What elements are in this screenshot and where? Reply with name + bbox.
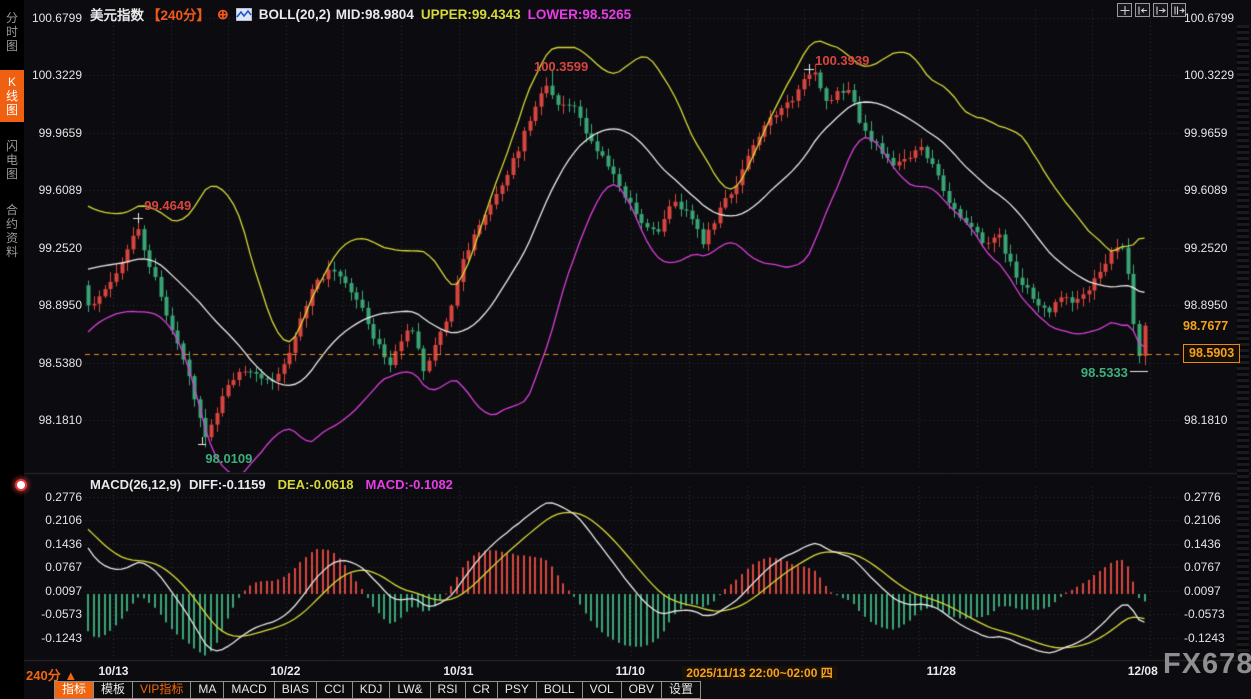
left-sidebar: 分时图 K线图闪电图合约资料 (0, 0, 24, 699)
right-scroll-strip[interactable] (1237, 25, 1249, 653)
sun-icon[interactable] (15, 479, 27, 491)
boll-upper-value: UPPER:99.4343 (421, 7, 521, 22)
shift-right-icon[interactable] (1171, 3, 1186, 17)
macd-params-label: MACD(26,12,9) (90, 477, 181, 492)
toolbar-item-macd[interactable]: MACD (223, 681, 274, 699)
macd-diff-value: DIFF:-0.1159 (189, 477, 266, 492)
chart-header: 美元指数 【240分】 ⊕ BOLL(20,2) MID:98.9804 UPP… (90, 4, 631, 24)
chart-thumbnail-icon[interactable] (236, 8, 252, 21)
boll-lower-value: LOWER:98.5265 (528, 7, 632, 22)
compress-horizontal-icon[interactable] (1135, 3, 1150, 17)
sidebar-item-label: 分时图 (5, 11, 19, 53)
expand-horizontal-icon[interactable] (1153, 3, 1168, 17)
plus-circle-icon[interactable]: ⊕ (217, 6, 229, 23)
sidebar-item-contract-info[interactable]: 合约资料 (0, 198, 24, 264)
indicator-toolbar: 指标模板VIP指标MAMACDBIASCCIKDJLW&RSICRPSYBOLL… (55, 681, 701, 699)
trading-app-window: 分时图 K线图闪电图合约资料 美元指数 【240分】 ⊕ BOLL(20,2) M… (0, 0, 1251, 699)
candlestick-chart-canvas[interactable] (0, 0, 1251, 699)
sidebar-item-label: 合约资料 (5, 203, 19, 259)
toolbar-item-kdj[interactable]: KDJ (352, 681, 391, 699)
macd-dea-value: DEA:-0.0618 (278, 477, 354, 492)
boll-indicator-label: BOLL(20,2) (259, 7, 331, 22)
toolbar-item-rsi[interactable]: RSI (430, 681, 466, 699)
crosshair-icon[interactable] (1117, 3, 1132, 17)
toolbar-item-cci[interactable]: CCI (316, 681, 353, 699)
toolbar-item-template[interactable]: 模板 (93, 681, 133, 699)
symbol-title: 美元指数 (90, 4, 144, 24)
toolbar-item-indicator[interactable]: 指标 (54, 681, 94, 699)
sidebar-item-label: 闪电图 (5, 139, 19, 181)
period-title: 【240分】 (147, 4, 210, 24)
macd-value: MACD:-0.1082 (366, 477, 453, 492)
toolbar-item-bias[interactable]: BIAS (274, 681, 317, 699)
sidebar-item-label: K线图 (5, 75, 19, 117)
toolbar-item-psy[interactable]: PSY (497, 681, 537, 699)
sidebar-item-timeshare-chart[interactable]: 分时图 (0, 6, 24, 58)
sidebar-item-kline-chart[interactable]: K线图 (0, 70, 24, 122)
chart-scale-controls (1117, 3, 1186, 17)
toolbar-item-boll[interactable]: BOLL (536, 681, 583, 699)
toolbar-item-lw[interactable]: LW& (389, 681, 430, 699)
toolbar-item-cr[interactable]: CR (465, 681, 498, 699)
toolbar-item-settings[interactable]: 设置 (661, 681, 701, 699)
macd-header: MACD(26,12,9) DIFF:-0.1159 DEA:-0.0618 M… (90, 477, 453, 492)
toolbar-item-vip-indicator[interactable]: VIP指标 (132, 681, 191, 699)
boll-mid-value: MID:98.9804 (336, 7, 414, 22)
toolbar-item-ma[interactable]: MA (190, 681, 224, 699)
toolbar-item-vol[interactable]: VOL (582, 681, 622, 699)
sidebar-item-flash-chart[interactable]: 闪电图 (0, 134, 24, 186)
toolbar-item-obv[interactable]: OBV (621, 681, 662, 699)
